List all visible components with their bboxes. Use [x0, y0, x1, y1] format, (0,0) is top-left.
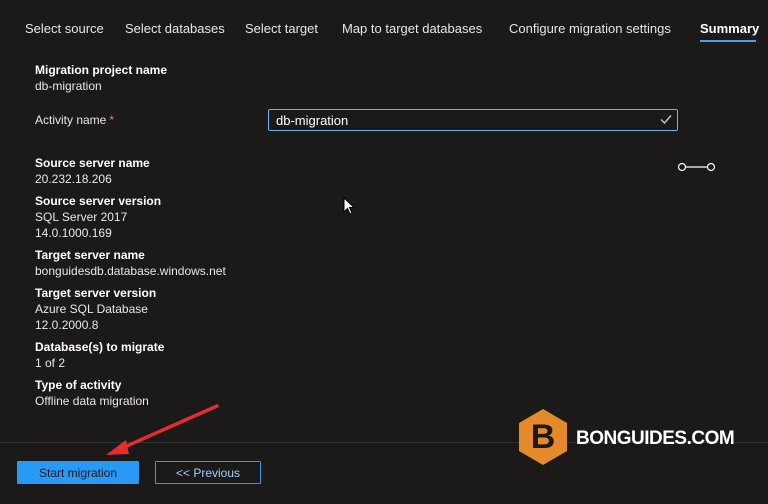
check-icon: [660, 115, 672, 125]
tab-select-databases[interactable]: Select databases: [125, 21, 225, 36]
tab-map-to-target-databases[interactable]: Map to target databases: [342, 21, 482, 36]
active-tab-indicator: [700, 40, 756, 42]
project-name-label: Migration project name: [35, 63, 168, 77]
activity-type-label: Type of activity: [35, 378, 122, 392]
slider-icon: [677, 162, 716, 172]
target-server-version-label: Target server version: [35, 286, 157, 300]
target-server-name-label: Target server name: [35, 248, 145, 262]
project-name-value: db-migration: [35, 79, 102, 93]
databases-to-migrate-label: Database(s) to migrate: [35, 340, 165, 354]
tab-summary[interactable]: Summary: [700, 21, 759, 36]
wizard-tabs: Select source Select databases Select ta…: [0, 0, 768, 44]
source-server-name-value: 20.232.18.206: [35, 172, 112, 186]
red-arrow-annotation-icon: [106, 404, 219, 455]
source-server-version-label: Source server version: [35, 194, 162, 208]
source-server-name-label: Source server name: [35, 156, 150, 170]
activity-name-label: Activity name *: [35, 113, 114, 127]
source-server-version-number: 14.0.1000.169: [35, 226, 112, 240]
source-server-version-value: SQL Server 2017: [35, 210, 128, 224]
activity-name-input[interactable]: [268, 109, 678, 131]
watermark-text: BONGUIDES.COM: [576, 428, 735, 449]
tab-configure-migration-settings[interactable]: Configure migration settings: [509, 21, 671, 36]
target-server-version-number: 12.0.2000.8: [35, 318, 99, 332]
target-server-name-value: bonguidesdb.database.windows.net: [35, 264, 226, 278]
tab-select-source[interactable]: Select source: [25, 21, 104, 36]
logo-letter: B: [531, 418, 556, 456]
start-migration-button[interactable]: Start migration: [17, 461, 139, 484]
bonguides-watermark: B BONGUIDES.COM: [518, 408, 735, 470]
target-server-version-value: Azure SQL Database: [35, 302, 148, 316]
mouse-cursor-icon: [343, 197, 355, 215]
activity-name-label-text: Activity name: [35, 113, 107, 127]
databases-to-migrate-value: 1 of 2: [35, 356, 66, 370]
hexagon-logo-icon: B: [519, 409, 567, 465]
previous-button[interactable]: << Previous: [155, 461, 261, 484]
required-mark: *: [109, 113, 115, 127]
tab-select-target[interactable]: Select target: [245, 21, 318, 36]
